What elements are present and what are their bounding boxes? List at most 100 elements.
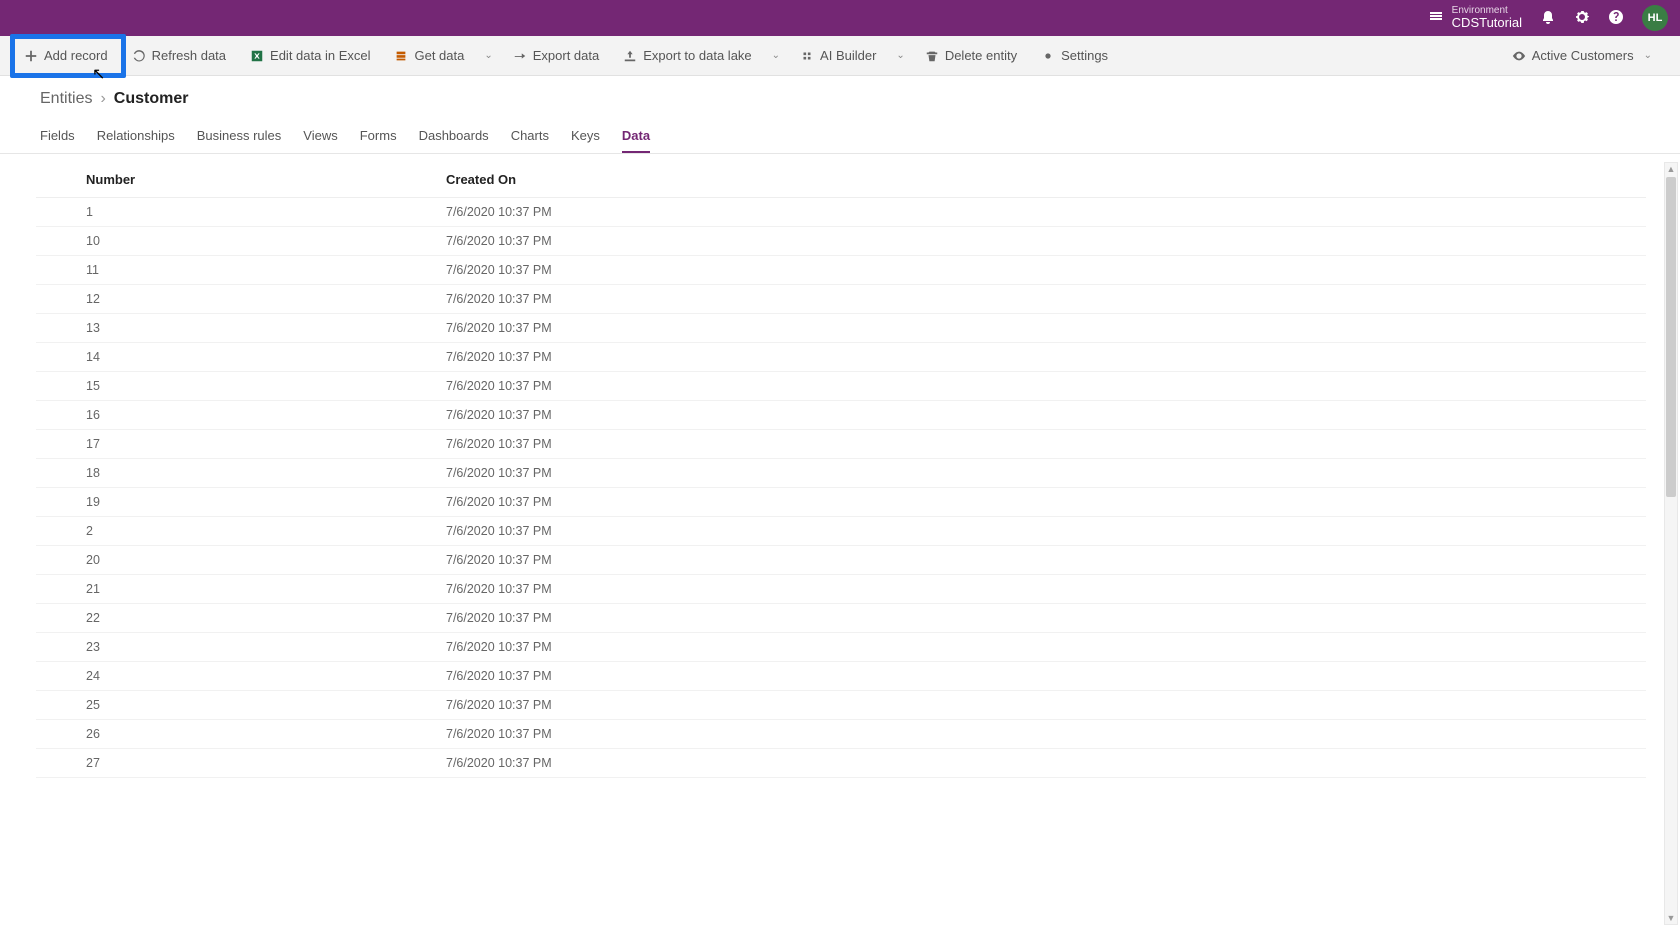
- cell-created: 7/6/2020 10:37 PM: [446, 350, 1596, 364]
- table-row[interactable]: 17/6/2020 10:37 PM: [36, 198, 1646, 227]
- table-row[interactable]: 277/6/2020 10:37 PM: [36, 749, 1646, 778]
- table-row[interactable]: 157/6/2020 10:37 PM: [36, 372, 1646, 401]
- cell-number: 27: [86, 756, 446, 770]
- export-lake-label: Export to data lake: [643, 48, 751, 63]
- user-avatar[interactable]: HL: [1642, 5, 1668, 31]
- cell-created: 7/6/2020 10:37 PM: [446, 408, 1596, 422]
- table-row[interactable]: 167/6/2020 10:37 PM: [36, 401, 1646, 430]
- get-data-label: Get data: [414, 48, 464, 63]
- tab-business-rules[interactable]: Business rules: [197, 122, 282, 153]
- table-row[interactable]: 177/6/2020 10:37 PM: [36, 430, 1646, 459]
- table-row[interactable]: 27/6/2020 10:37 PM: [36, 517, 1646, 546]
- get-data-button[interactable]: Get data: [386, 44, 472, 67]
- tab-relationships[interactable]: Relationships: [97, 122, 175, 153]
- cell-number: 21: [86, 582, 446, 596]
- tab-keys[interactable]: Keys: [571, 122, 600, 153]
- table-row[interactable]: 107/6/2020 10:37 PM: [36, 227, 1646, 256]
- settings-label: Settings: [1061, 48, 1108, 63]
- table-row[interactable]: 187/6/2020 10:37 PM: [36, 459, 1646, 488]
- export-button[interactable]: Export data: [505, 44, 608, 67]
- cell-number: 19: [86, 495, 446, 509]
- cell-created: 7/6/2020 10:37 PM: [446, 205, 1596, 219]
- breadcrumb-separator-icon: ›: [100, 90, 105, 108]
- scroll-up-icon[interactable]: ▲: [1665, 163, 1677, 175]
- tab-data[interactable]: Data: [622, 122, 650, 153]
- table-row[interactable]: 257/6/2020 10:37 PM: [36, 691, 1646, 720]
- ai-builder-chevron-icon[interactable]: ⌄: [892, 50, 908, 61]
- refresh-button[interactable]: Refresh data: [124, 44, 234, 67]
- cell-created: 7/6/2020 10:37 PM: [446, 611, 1596, 625]
- cell-number: 23: [86, 640, 446, 654]
- cell-created: 7/6/2020 10:37 PM: [446, 640, 1596, 654]
- scroll-thumb[interactable]: [1666, 177, 1676, 497]
- cell-number: 11: [86, 263, 446, 277]
- get-data-chevron-icon[interactable]: ⌄: [480, 50, 496, 61]
- table-row[interactable]: 127/6/2020 10:37 PM: [36, 285, 1646, 314]
- entity-tabs: Fields Relationships Business rules Views Fo…: [0, 112, 1680, 154]
- table-row[interactable]: 197/6/2020 10:37 PM: [36, 488, 1646, 517]
- table-row[interactable]: 207/6/2020 10:37 PM: [36, 546, 1646, 575]
- table-row[interactable]: 247/6/2020 10:37 PM: [36, 662, 1646, 691]
- cell-created: 7/6/2020 10:37 PM: [446, 756, 1596, 770]
- ai-builder-button[interactable]: AI Builder: [792, 44, 884, 67]
- table-row[interactable]: 227/6/2020 10:37 PM: [36, 604, 1646, 633]
- scroll-down-icon[interactable]: ▼: [1665, 912, 1677, 924]
- cell-created: 7/6/2020 10:37 PM: [446, 727, 1596, 741]
- cell-number: 25: [86, 698, 446, 712]
- export-lake-button[interactable]: Export to data lake: [615, 44, 759, 67]
- cell-created: 7/6/2020 10:37 PM: [446, 292, 1596, 306]
- refresh-label: Refresh data: [152, 48, 226, 63]
- settings-button[interactable]: Settings: [1033, 44, 1116, 67]
- help-icon[interactable]: [1608, 9, 1624, 28]
- cell-created: 7/6/2020 10:37 PM: [446, 234, 1596, 248]
- cell-number: 12: [86, 292, 446, 306]
- data-grid-area: Number Created On 17/6/2020 10:37 PM107/…: [0, 154, 1680, 933]
- export-lake-chevron-icon[interactable]: ⌄: [768, 50, 784, 61]
- tab-views[interactable]: Views: [303, 122, 337, 153]
- breadcrumb-current: Customer: [114, 90, 189, 108]
- export-label: Export data: [533, 48, 600, 63]
- cell-created: 7/6/2020 10:37 PM: [446, 263, 1596, 277]
- vertical-scrollbar[interactable]: ▲ ▼: [1664, 162, 1678, 925]
- cell-created: 7/6/2020 10:37 PM: [446, 669, 1596, 683]
- delete-entity-button[interactable]: Delete entity: [917, 44, 1025, 67]
- column-header-number[interactable]: Number: [86, 172, 446, 187]
- breadcrumb: Entities › Customer: [0, 76, 1680, 112]
- cell-number: 22: [86, 611, 446, 625]
- add-record-button[interactable]: Add record: [16, 44, 116, 67]
- settings-gear-icon[interactable]: [1574, 9, 1590, 28]
- table-row[interactable]: 137/6/2020 10:37 PM: [36, 314, 1646, 343]
- cell-number: 16: [86, 408, 446, 422]
- cell-number: 24: [86, 669, 446, 683]
- table-row[interactable]: 147/6/2020 10:37 PM: [36, 343, 1646, 372]
- table-row[interactable]: 237/6/2020 10:37 PM: [36, 633, 1646, 662]
- view-selector-chevron-icon: ⌄: [1640, 50, 1656, 61]
- breadcrumb-root[interactable]: Entities: [40, 90, 92, 108]
- tab-fields[interactable]: Fields: [40, 122, 75, 153]
- edit-excel-label: Edit data in Excel: [270, 48, 370, 63]
- app-header: Environment CDSTutorial HL: [0, 0, 1680, 36]
- cell-created: 7/6/2020 10:37 PM: [446, 495, 1596, 509]
- table-row[interactable]: 217/6/2020 10:37 PM: [36, 575, 1646, 604]
- cell-created: 7/6/2020 10:37 PM: [446, 553, 1596, 567]
- cell-created: 7/6/2020 10:37 PM: [446, 524, 1596, 538]
- environment-picker[interactable]: Environment CDSTutorial: [1428, 5, 1522, 30]
- cell-number: 20: [86, 553, 446, 567]
- tab-dashboards[interactable]: Dashboards: [419, 122, 489, 153]
- cell-created: 7/6/2020 10:37 PM: [446, 466, 1596, 480]
- cell-number: 15: [86, 379, 446, 393]
- table-row[interactable]: 267/6/2020 10:37 PM: [36, 720, 1646, 749]
- column-header-created[interactable]: Created On: [446, 172, 1596, 187]
- table-row[interactable]: 117/6/2020 10:37 PM: [36, 256, 1646, 285]
- cell-number: 17: [86, 437, 446, 451]
- cell-created: 7/6/2020 10:37 PM: [446, 437, 1596, 451]
- view-selector[interactable]: Active Customers ⌄: [1504, 44, 1664, 67]
- edit-excel-button[interactable]: Edit data in Excel: [242, 44, 378, 67]
- cell-created: 7/6/2020 10:37 PM: [446, 698, 1596, 712]
- data-grid-scroll[interactable]: Number Created On 17/6/2020 10:37 PM107/…: [36, 154, 1656, 933]
- tab-forms[interactable]: Forms: [360, 122, 397, 153]
- cell-number: 18: [86, 466, 446, 480]
- cell-created: 7/6/2020 10:37 PM: [446, 379, 1596, 393]
- tab-charts[interactable]: Charts: [511, 122, 549, 153]
- notifications-icon[interactable]: [1540, 9, 1556, 28]
